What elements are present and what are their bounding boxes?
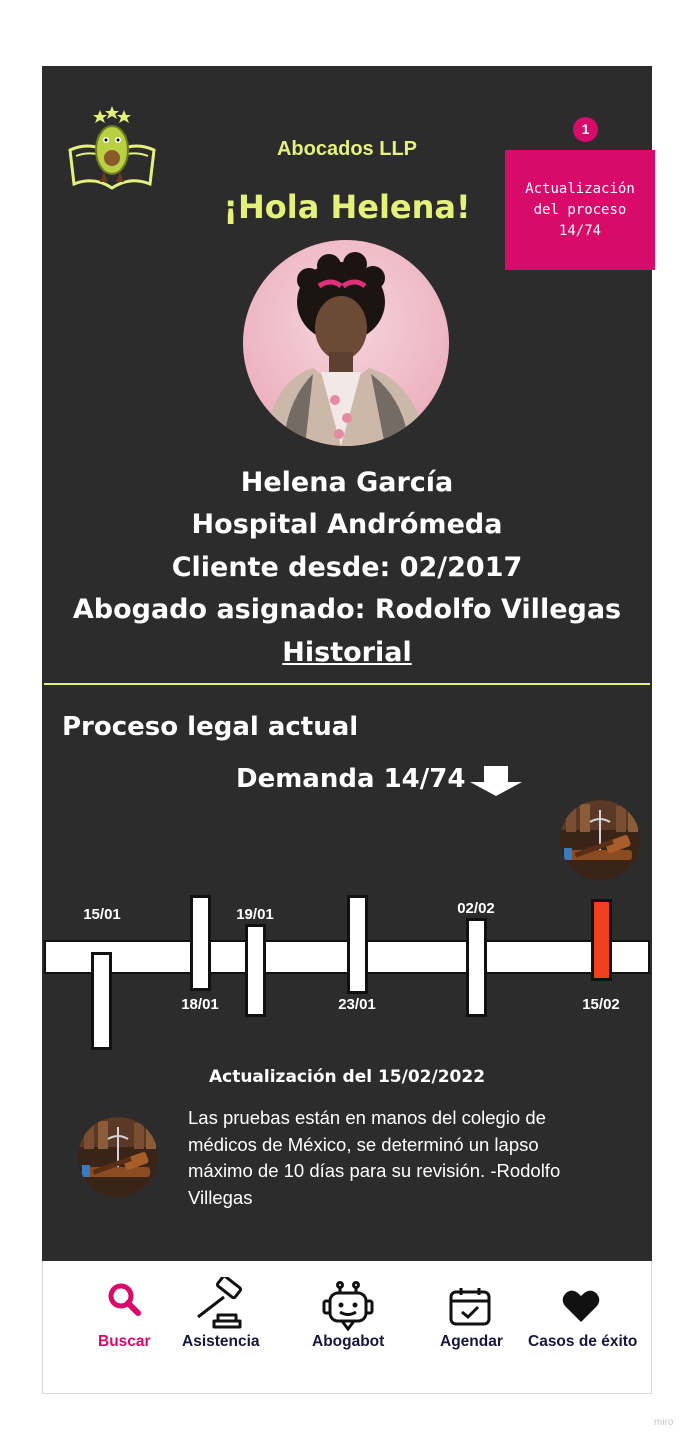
timeline-marker[interactable] xyxy=(245,924,266,1017)
avatar[interactable] xyxy=(243,240,449,446)
nav-item-casos-de-exito[interactable]: Casos de éxito xyxy=(526,1261,638,1394)
nav-label: Abogabot xyxy=(312,1333,385,1350)
case-title: Demanda 14/74 xyxy=(236,764,466,794)
notification-line: 14/74 xyxy=(558,222,602,239)
client-organization: Hospital Andrómeda xyxy=(191,509,503,540)
calendar-icon xyxy=(449,1288,491,1326)
miro-watermark: miro xyxy=(654,1417,674,1428)
timeline-date: 15/01 xyxy=(83,906,121,923)
timeline-date: 23/01 xyxy=(338,996,376,1013)
divider xyxy=(44,683,650,685)
avocado-logo xyxy=(68,106,156,190)
timeline-marker[interactable] xyxy=(190,895,211,991)
robot-icon xyxy=(322,1281,374,1331)
timeline-marker[interactable] xyxy=(466,918,487,1017)
notification-card[interactable]: Actualización del proceso 14/74 xyxy=(505,150,655,270)
gavel-icon xyxy=(197,1277,243,1329)
nav-item-buscar[interactable]: Buscar xyxy=(94,1261,154,1394)
brand-name: Abocados LLP xyxy=(276,138,417,160)
client-name: Helena García xyxy=(240,467,454,498)
gavel-image xyxy=(560,800,640,880)
update-message: Las pruebas están en manos del colegio d… xyxy=(188,1107,561,1208)
assigned-lawyer: Abogado asignado: Rodolfo Villegas xyxy=(72,594,622,625)
nav-item-abogabot[interactable]: Abogabot xyxy=(308,1261,388,1394)
nav-item-agendar[interactable]: Agendar xyxy=(436,1261,516,1394)
timeline-date: 18/01 xyxy=(181,996,219,1013)
notification-line: Actualización xyxy=(525,180,635,197)
timeline-date: 15/02 xyxy=(582,996,620,1013)
timeline-date: 02/02 xyxy=(457,900,495,917)
bottom-nav: Buscar Asistencia Abogabot Agendar Casos… xyxy=(42,1261,652,1394)
nav-label: Asistencia xyxy=(182,1333,260,1350)
nav-label: Casos de éxito xyxy=(528,1333,638,1350)
lawyer-avatar xyxy=(78,1117,158,1197)
search-icon xyxy=(108,1283,141,1316)
timeline-marker[interactable] xyxy=(91,952,112,1050)
notification-badge[interactable]: 1 xyxy=(573,117,598,142)
timeline-marker[interactable] xyxy=(347,895,368,994)
nav-label: Agendar xyxy=(440,1333,503,1350)
arrow-down-icon[interactable] xyxy=(468,766,524,796)
nav-item-asistencia[interactable]: Asistencia xyxy=(180,1261,270,1394)
update-title: Actualización del 15/02/2022 xyxy=(208,1067,486,1087)
history-link[interactable]: Historial xyxy=(282,637,411,668)
timeline-date: 19/01 xyxy=(236,906,274,923)
client-since: Cliente desde: 02/2017 xyxy=(171,552,523,583)
timeline-marker-active[interactable] xyxy=(591,899,612,981)
notification-line: del proceso xyxy=(533,201,627,218)
nav-label: Buscar xyxy=(98,1333,151,1350)
greeting-title: ¡Hola Helena! xyxy=(223,188,471,226)
heart-icon xyxy=(562,1290,600,1322)
section-title: Proceso legal actual xyxy=(62,712,359,742)
